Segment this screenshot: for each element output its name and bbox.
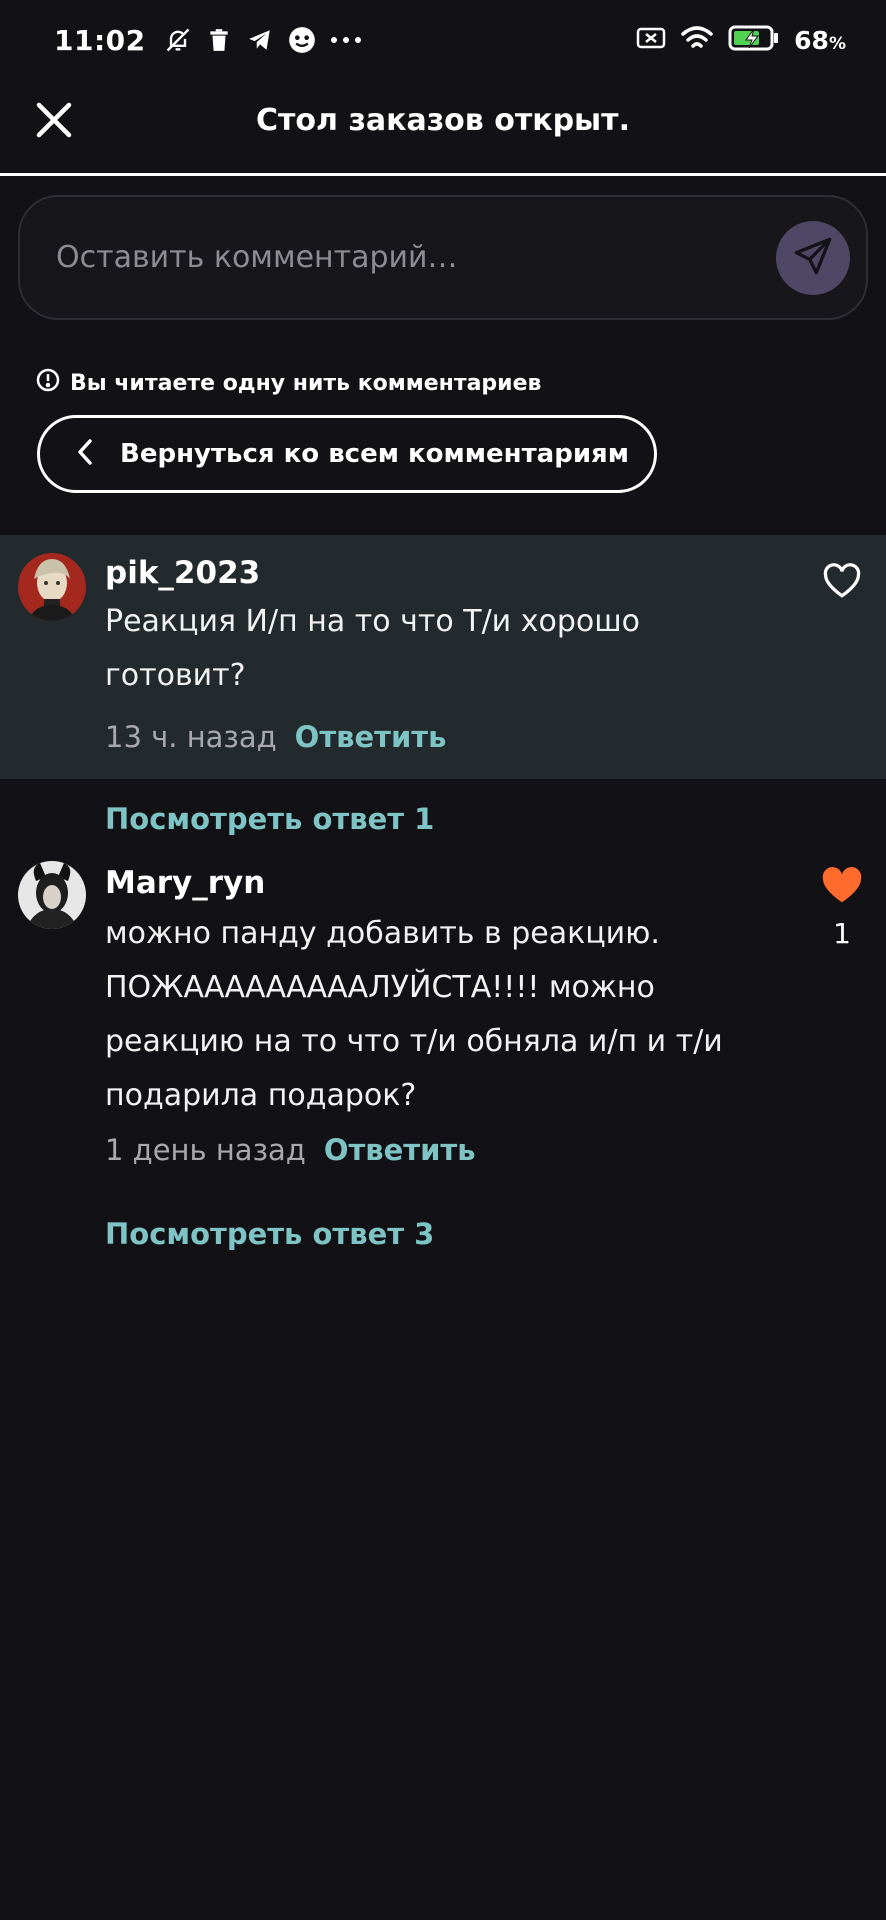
comment-text: Реакция И/п на то что Т/и хорошо готовит… <box>105 604 641 693</box>
page-title: Стол заказов открыт. <box>256 102 630 138</box>
status-bar: 11:02 68% <box>0 0 886 80</box>
comment-meta: 1 день назад Ответить <box>105 1133 476 1167</box>
comment-meta: 13 ч. назад Ответить <box>105 720 446 754</box>
avatar[interactable] <box>18 553 86 621</box>
reply-button[interactable]: Ответить <box>324 1133 476 1167</box>
send-button[interactable] <box>776 221 850 295</box>
battery-percent: 68% <box>794 25 846 55</box>
status-time: 11:02 <box>54 23 146 57</box>
view-replies-link[interactable]: Посмотреть ответ 3 <box>105 1217 434 1251</box>
like-button[interactable] <box>820 865 864 909</box>
header: Стол заказов открыт. <box>0 80 886 176</box>
comment-username[interactable]: Mary_ryn <box>105 865 265 901</box>
telegram-icon <box>246 27 274 53</box>
view-replies-link[interactable]: Посмотреть ответ 1 <box>105 802 434 836</box>
app-icon <box>288 26 316 54</box>
back-to-all-comments-button[interactable]: Вернуться ко всем комментариям <box>37 415 657 493</box>
sim-off-icon <box>636 26 666 54</box>
comment-item: Mary_ryn можно панду добавить в реакцию.… <box>0 855 886 1175</box>
wifi-icon <box>680 24 714 56</box>
info-icon <box>36 368 60 398</box>
comment-time: 1 день назад <box>105 1133 306 1167</box>
back-button-label: Вернуться ко всем комментариям <box>120 439 630 469</box>
more-dots-icon <box>330 35 362 45</box>
thread-note-text: Вы читаете одну нить комментариев <box>70 370 542 396</box>
comment-username[interactable]: pik_2023 <box>105 555 260 591</box>
close-icon <box>35 101 73 143</box>
send-icon <box>793 236 833 280</box>
battery-charging-icon <box>728 24 780 56</box>
reply-button[interactable]: Ответить <box>295 720 447 754</box>
comment-time: 13 ч. назад <box>105 720 277 754</box>
chevron-left-icon <box>76 438 94 470</box>
comments-screen: 11:02 68% Стол заказов открыт. Оставить … <box>0 0 886 1920</box>
avatar[interactable] <box>18 861 86 929</box>
thread-note: Вы читаете одну нить комментариев <box>36 368 541 398</box>
heart-outline-icon <box>822 563 862 603</box>
like-count: 1 <box>833 917 851 950</box>
comment-text: можно панду добавить в реакцию. ПОЖААААА… <box>105 916 723 1113</box>
comment-input[interactable] <box>56 240 866 275</box>
comment-composer <box>18 195 868 320</box>
trash-icon <box>206 26 232 54</box>
heart-filled-icon <box>821 866 863 908</box>
comment-item: pik_2023 Реакция И/п на то что Т/и хорош… <box>0 535 886 779</box>
header-divider <box>0 173 886 176</box>
close-button[interactable] <box>30 98 78 146</box>
bell-off-icon <box>164 26 192 54</box>
like-button[interactable] <box>820 561 864 605</box>
